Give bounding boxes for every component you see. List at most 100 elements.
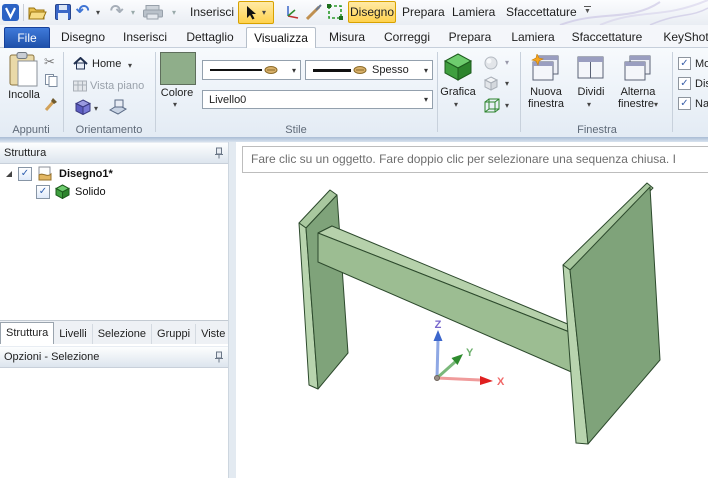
tab-dettaglio[interactable]: Dettaglio [180, 27, 240, 47]
cube-dropdown-icon[interactable]: ▾ [94, 104, 98, 113]
model-3d[interactable] [299, 183, 660, 444]
wireframe-dropdown-icon[interactable]: ▾ [505, 101, 509, 110]
viewport-canvas[interactable]: Fare clic su un oggetto. Fare doppio cli… [236, 142, 708, 478]
line-style-combo[interactable]: ▾ [202, 60, 301, 80]
tab-sfaccettature[interactable]: Sfaccettature [568, 27, 646, 47]
split-button[interactable]: Dividi [572, 86, 610, 98]
tab-keyshot[interactable]: KeyShot [658, 27, 708, 47]
group-caption-stile: Stile [156, 124, 436, 136]
tab-prepara[interactable]: Prepara [443, 27, 497, 47]
tab-correggi[interactable]: Correggi [379, 27, 435, 47]
color-dropdown-icon[interactable]: ▾ [173, 100, 177, 109]
paste-clipboard-icon[interactable] [8, 52, 40, 88]
save-icon[interactable] [55, 4, 71, 20]
insert-toolbar-label: Inserisci [190, 2, 234, 23]
grafica-cube-icon[interactable] [443, 53, 473, 81]
line-weight-value: Spesso [372, 64, 409, 76]
menu-prepara[interactable]: Prepara [402, 2, 445, 23]
format-painter-icon[interactable] [44, 96, 59, 112]
line-weight-combo[interactable]: Spesso ▾ [305, 60, 433, 80]
tree-expander-icon[interactable] [4, 169, 14, 179]
checkbox-checked-icon[interactable]: ✓ [678, 57, 691, 70]
tree-root-label[interactable]: Disegno1* [59, 168, 113, 180]
tree-row-solid[interactable]: ✓ Solido [36, 184, 106, 199]
tree-child-label[interactable]: Solido [75, 186, 106, 198]
color-button[interactable]: Colore [156, 87, 198, 99]
pin-icon[interactable] [214, 147, 224, 159]
toggle-row-3[interactable]: ✓ Nas [678, 97, 708, 110]
axis-x-label: X [497, 376, 505, 388]
needle-tool-icon[interactable] [306, 4, 322, 21]
tree-row-root[interactable]: ✓ Disegno1* [4, 166, 113, 181]
tab-misura[interactable]: Misura [322, 27, 372, 47]
tab-lamiera[interactable]: Lamiera [506, 27, 560, 47]
tab-file[interactable]: File [4, 27, 50, 49]
toggle-row-1[interactable]: ✓ Mo [678, 57, 708, 70]
print-dropdown-icon[interactable]: ▾ [172, 8, 176, 17]
new-window-icon[interactable] [530, 54, 560, 82]
tab-visualizza[interactable]: Visualizza [246, 27, 316, 50]
shading-sphere-icon[interactable] [484, 56, 498, 70]
model-viewport[interactable]: Z Y X [236, 142, 708, 478]
switch-windows-icon[interactable] [622, 54, 652, 82]
select-cursor-button[interactable]: ▾ [238, 1, 274, 24]
ghost-cube-dropdown-icon[interactable]: ▾ [505, 79, 509, 88]
checkbox-checked-icon[interactable]: ✓ [678, 97, 691, 110]
wireframe-cube-icon[interactable] [484, 98, 500, 114]
grafica-dropdown-icon[interactable]: ▾ [454, 100, 458, 109]
toggle-label-3: Nas [695, 98, 708, 110]
level-combo[interactable]: Livello0 ▾ [202, 90, 433, 109]
tree-checkbox[interactable]: ✓ [18, 167, 32, 181]
tab-inserisci[interactable]: Inserisci [118, 27, 172, 47]
redo-icon[interactable]: ↷ [110, 1, 123, 22]
switch-windows-button[interactable]: Alterna finestre▾ [614, 86, 662, 110]
menu-disegno[interactable]: Disegno [348, 1, 396, 23]
plane-view-icon[interactable] [108, 98, 128, 116]
broom-icon [353, 65, 367, 75]
selection-rectangle-icon[interactable] [327, 4, 343, 20]
undo-icon[interactable]: ↶ [76, 1, 89, 22]
home-dropdown-icon[interactable]: ▾ [128, 61, 132, 70]
redo-dropdown-icon[interactable]: ▾ [131, 8, 135, 17]
application-window: ↶ ▾ ↷ ▾ ▾ Inserisci ▾ [0, 0, 708, 478]
menu-sfaccettature[interactable]: Sfaccettature [506, 2, 577, 23]
home-button[interactable]: Home [92, 58, 121, 70]
vista-piano-button[interactable]: Vista piano [90, 80, 144, 92]
new-window-button[interactable]: Nuova finestra [524, 86, 568, 110]
cube-orientation-icon[interactable] [75, 99, 91, 115]
pin-icon[interactable] [214, 351, 224, 363]
copy-icon[interactable] [45, 74, 58, 87]
paste-button[interactable]: Incolla [3, 89, 45, 101]
ribbon-tab-row: File Disegno Inserisci Dettaglio Visuali… [0, 25, 708, 48]
left-panel-tab-bar: Struttura Livelli Selezione Gruppi Viste [0, 320, 228, 344]
panel-tab-gruppi[interactable]: Gruppi [152, 324, 196, 344]
toolbar-separator [23, 4, 24, 21]
toolbar-overflow-icon[interactable]: ▼ [584, 6, 591, 16]
panel-tab-selezione[interactable]: Selezione [93, 324, 152, 344]
struttura-panel-header: Struttura [0, 142, 228, 164]
menu-lamiera[interactable]: Lamiera [452, 2, 495, 23]
group-separator [672, 52, 673, 132]
solid-cube-icon [55, 184, 70, 199]
undo-dropdown-icon[interactable]: ▾ [96, 8, 100, 17]
panel-tab-viste[interactable]: Viste [196, 324, 230, 344]
toggle-row-2[interactable]: ✓ Dis [678, 77, 708, 90]
panel-tab-struttura[interactable]: Struttura [0, 322, 54, 344]
ribbon: Incolla ✂ Appunti Home ▾ Vista piano [0, 48, 708, 137]
group-caption-appunti: Appunti [0, 124, 62, 136]
print-icon[interactable] [143, 5, 163, 20]
axes-tool-icon[interactable] [283, 4, 300, 21]
cut-icon[interactable]: ✂ [44, 54, 55, 70]
app-icon[interactable] [2, 4, 19, 21]
tab-disegno[interactable]: Disegno [56, 27, 110, 47]
sphere-dropdown-icon[interactable]: ▾ [505, 58, 509, 67]
grafica-button[interactable]: Grafica [438, 86, 478, 98]
tree-checkbox[interactable]: ✓ [36, 185, 50, 199]
open-folder-icon[interactable] [28, 4, 47, 20]
split-window-icon[interactable] [577, 54, 605, 82]
panel-tab-livelli[interactable]: Livelli [54, 324, 93, 344]
checkbox-checked-icon[interactable]: ✓ [678, 77, 691, 90]
split-dropdown-icon[interactable]: ▾ [587, 100, 591, 109]
ghost-cube-icon[interactable] [484, 76, 498, 91]
new-window-label-2: finestra [524, 98, 568, 110]
